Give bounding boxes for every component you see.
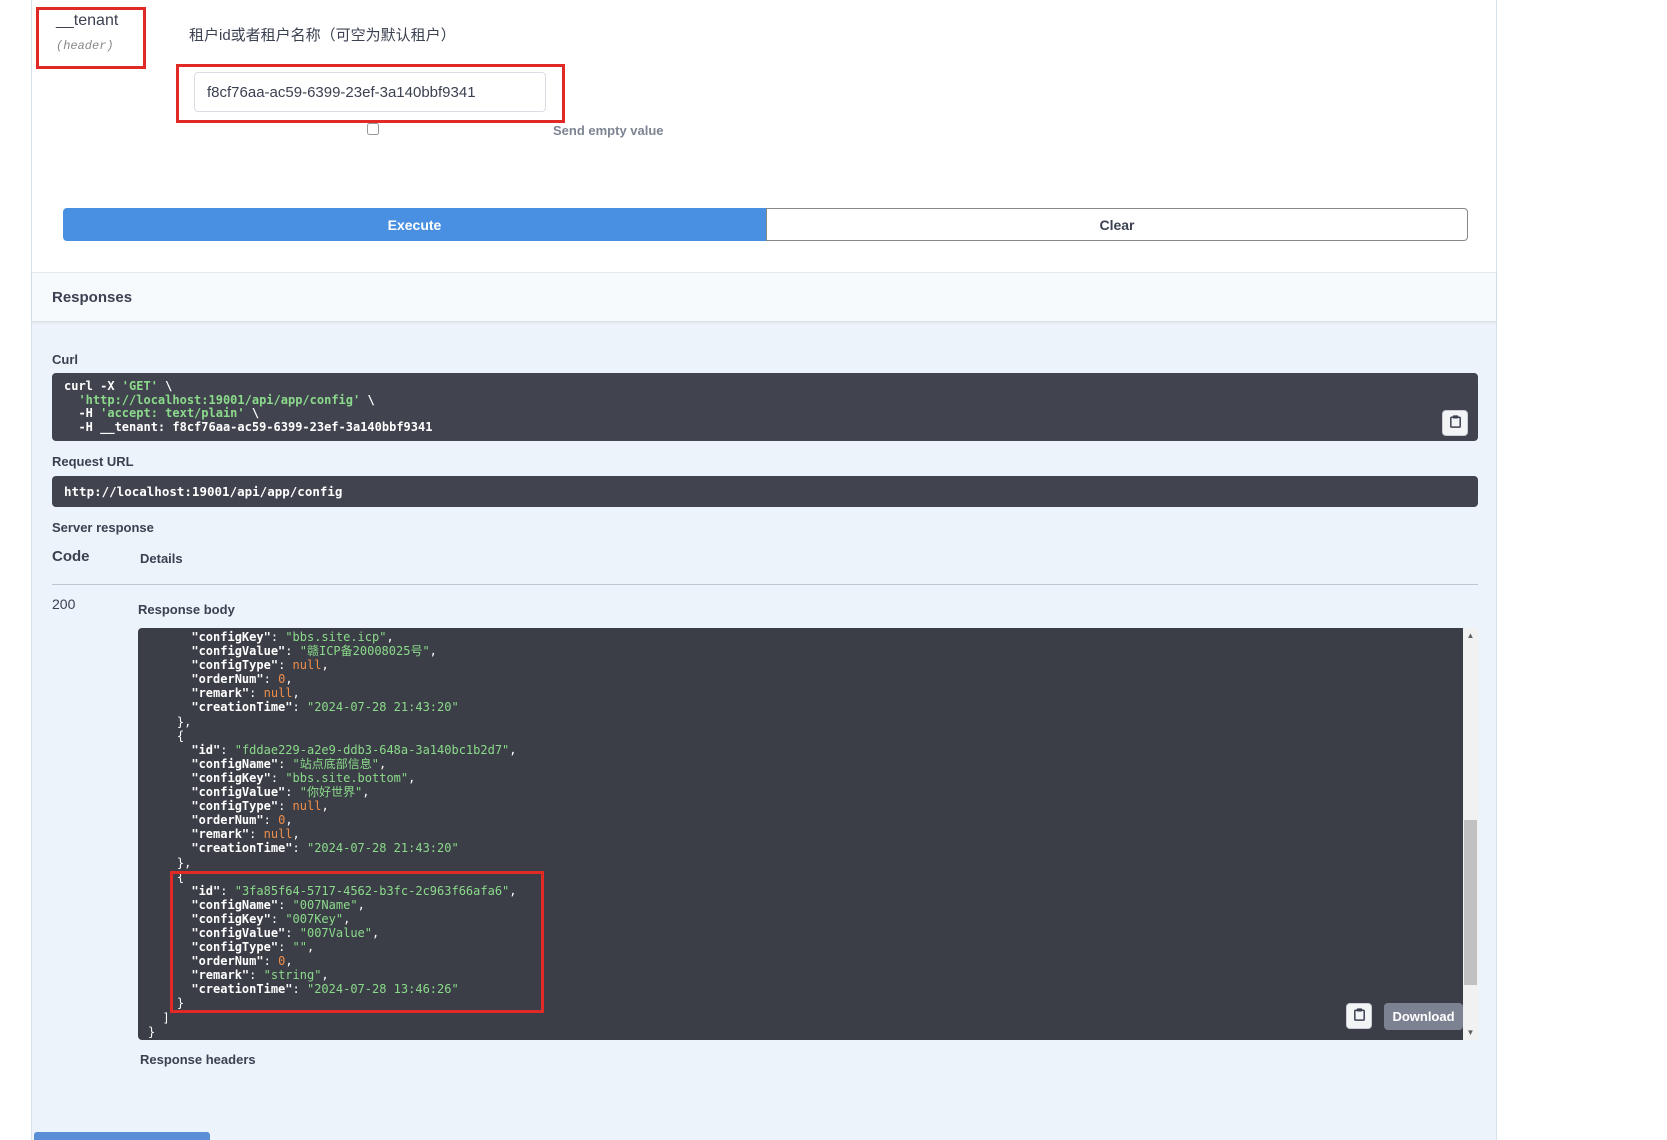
download-button[interactable]: Download xyxy=(1384,1003,1463,1030)
responses-title: Responses xyxy=(52,289,132,306)
clipboard-icon xyxy=(1448,414,1463,432)
next-opblock-peek xyxy=(34,1132,210,1140)
details-column-header: Details xyxy=(140,551,183,566)
send-empty-value-checkbox[interactable] xyxy=(367,123,379,135)
table-header-divider xyxy=(52,584,1478,585)
request-url-block: http://localhost:19001/api/app/config xyxy=(52,476,1478,507)
parameter-name-column: __tenant (header) xyxy=(56,12,118,53)
code-column-header: Code xyxy=(52,548,90,565)
parameters-section: __tenant (header) 租户id或者租户名称（可空为默认租户） Se… xyxy=(32,0,1496,272)
curl-label: Curl xyxy=(52,352,78,367)
curl-command-block: curl -X 'GET' \ 'http://localhost:19001/… xyxy=(52,373,1478,441)
parameter-location: (header) xyxy=(56,39,118,53)
copy-curl-button[interactable] xyxy=(1442,410,1468,436)
responses-section-header: Responses xyxy=(32,272,1496,322)
response-headers-label: Response headers xyxy=(140,1052,256,1067)
execute-button[interactable]: Execute xyxy=(63,208,766,241)
server-response-label: Server response xyxy=(52,520,154,535)
status-code: 200 xyxy=(52,596,75,612)
scrollbar-up-arrow-icon[interactable]: ▲ xyxy=(1463,628,1478,643)
response-body-block: "configKey": "bbs.site.icp", "configValu… xyxy=(138,628,1463,1040)
response-body-label: Response body xyxy=(138,602,235,617)
clear-button[interactable]: Clear xyxy=(766,208,1468,241)
scrollbar-thumb[interactable] xyxy=(1464,820,1477,985)
parameter-description: 租户id或者租户名称（可空为默认租户） xyxy=(189,24,456,45)
send-empty-value-label: Send empty value xyxy=(553,123,664,138)
copy-response-button[interactable] xyxy=(1346,1003,1372,1029)
clipboard-icon xyxy=(1352,1007,1367,1025)
curl-code: curl -X 'GET' \ 'http://localhost:19001/… xyxy=(64,380,1466,434)
swagger-operation-page: __tenant (header) 租户id或者租户名称（可空为默认租户） Se… xyxy=(0,0,1667,1140)
parameter-name: __tenant xyxy=(56,12,118,30)
request-url-value: http://localhost:19001/api/app/config xyxy=(64,484,342,499)
response-body-scrollbar[interactable]: ▲ ▼ xyxy=(1463,628,1478,1040)
scrollbar-down-arrow-icon[interactable]: ▼ xyxy=(1463,1025,1478,1040)
opblock-panel: __tenant (header) 租户id或者租户名称（可空为默认租户） Se… xyxy=(31,0,1497,1140)
response-body-code: "configKey": "bbs.site.icp", "configValu… xyxy=(148,630,1463,1039)
request-url-label: Request URL xyxy=(52,454,134,469)
tenant-input[interactable] xyxy=(194,72,546,112)
